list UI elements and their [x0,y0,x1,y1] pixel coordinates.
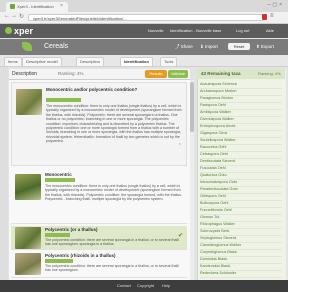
description-list: Monocentric and/or polycentric condition… [9,80,190,280]
item-score-bar [45,178,75,182]
item-image[interactable] [15,253,41,275]
item-text: The monocentric condition: there is only… [45,184,183,202]
top-link-logout[interactable]: Log out [236,28,249,33]
footer-copyright[interactable]: Copyright [137,283,154,288]
base-title: Cereals [44,43,69,50]
item-image[interactable] [15,174,41,200]
item-score-bar [46,98,81,102]
top-link-help[interactable]: Aide [266,28,274,33]
leaf-icon [22,42,32,51]
list-item[interactable]: Monocentric The monocentric condition: t… [11,168,187,224]
import-button[interactable]: ⬇ Import [200,44,218,50]
top-link-new[interactable]: Nouvelle [148,28,164,33]
footer-contact[interactable]: Contact [117,283,131,288]
reset-button[interactable]: Reset [228,43,250,50]
app-logo[interactable]: xper [14,26,33,36]
item-title: Polycentric (rhizoids in a thallus) [45,253,116,258]
tab-close-icon[interactable]: × [60,3,63,9]
tab-identification[interactable]: Identification [120,57,153,66]
tab-items[interactable]: Items [4,57,22,66]
checkmark-icon[interactable]: ✔ [178,232,183,239]
top-link-identification[interactable]: Identification - Nouvelle base [170,28,221,33]
address-bar[interactable]: xper3.fr/xper3GeneratedFiles/publish/ide… [28,14,264,21]
criteria-strip [0,67,8,280]
taxa-sort[interactable]: Ranking: 4% [258,71,281,76]
reload-icon[interactable]: ↻ [19,13,24,20]
favicon-icon [10,4,15,10]
footer-help[interactable]: Help [162,283,170,288]
list-item[interactable]: Polycentric (rhizoids in a thallus) The … [11,252,187,278]
export-button[interactable]: ⬆ Export [256,44,274,50]
forward-icon[interactable]: → [11,13,17,19]
description-label: Description [12,71,38,77]
ranking-field[interactable]: Ranking: 4% [58,71,84,76]
browser-menu-icon[interactable]: ≡ [270,13,274,19]
item-text: The polycentric condition: there are sev… [45,264,179,273]
chevron-up-icon[interactable]: ⌃ [178,143,182,149]
tab-description[interactable]: Description [76,57,105,66]
item-image[interactable] [16,89,42,115]
taxa-title: 43 Remaining taxa [201,71,241,76]
item-score-bar [45,259,73,263]
item-title: Polycentric (or a thallus) [45,227,98,232]
scrollbar-thumb[interactable] [190,82,194,132]
back-icon[interactable]: ← [4,13,10,19]
item-score-bar [45,233,70,237]
list-item-selected[interactable]: Polycentric (or a thallus) The polycentr… [11,226,187,250]
results-button[interactable]: Results [145,70,167,78]
extension-icon[interactable] [262,14,267,20]
item-image[interactable] [15,227,41,249]
item-text: The polycentric condition: there are sev… [45,238,179,247]
list-item[interactable]: Monocentric and/or polycentric condition… [11,82,187,166]
taxon-item[interactable]: Redeckera Schüssler [200,270,282,278]
xper-logo-icon [5,27,12,34]
item-title: Monocentric and/or polycentric condition… [46,87,138,92]
share-button[interactable]: ⤴ Share [175,44,193,50]
item-title: Monocentric [45,172,72,177]
tab-tools[interactable]: Tools [160,57,178,66]
item-text: The monocentric condition: there is only… [46,104,182,144]
tab-descriptive-model[interactable]: Descriptive model [22,57,62,66]
browser-tab-title: Xper3 - Identification [17,4,54,9]
validate-button[interactable]: Validate [168,70,188,78]
window-controls[interactable]: –▢× [268,2,284,8]
browser-tab[interactable]: Xper3 - Identification [6,2,68,12]
